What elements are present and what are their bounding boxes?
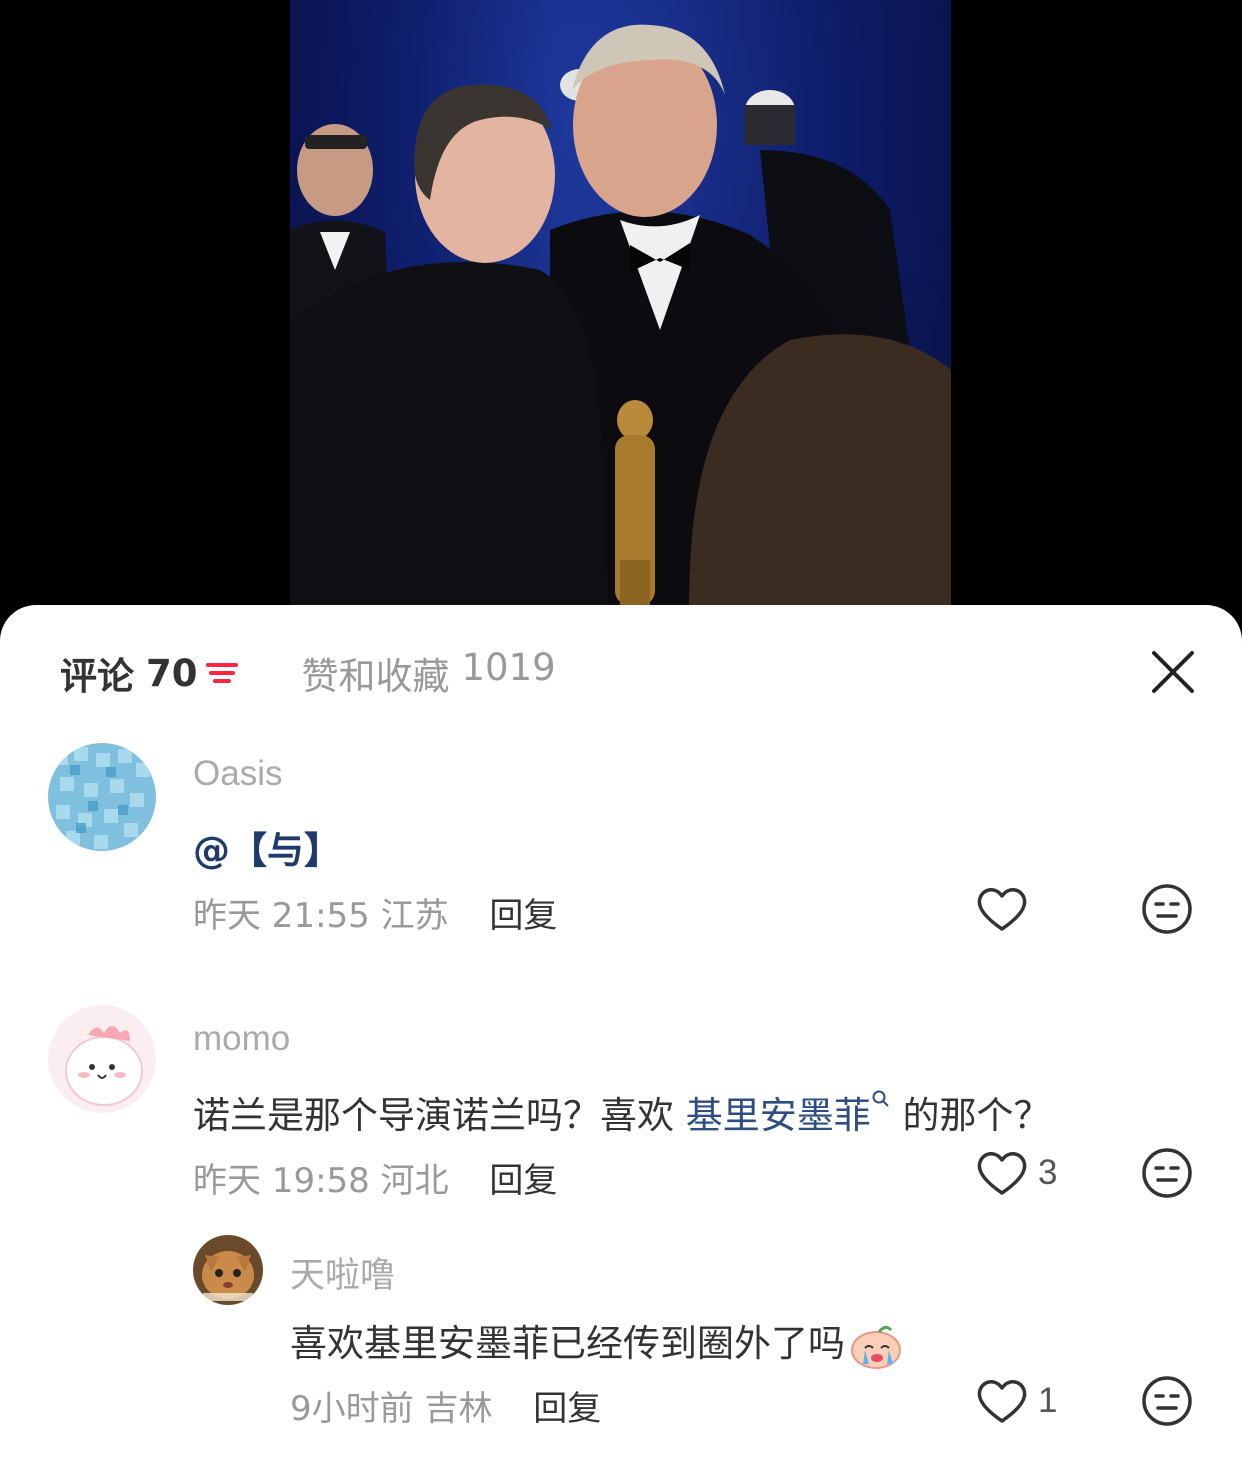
search-link[interactable]: 基里安墨菲 bbox=[686, 1094, 871, 1137]
comment-location: 吉林 bbox=[424, 1389, 493, 1429]
reply-button[interactable]: 回复 bbox=[533, 1389, 601, 1429]
crying-emoji bbox=[851, 1325, 901, 1369]
heart-icon bbox=[977, 888, 1027, 931]
like-button[interactable] bbox=[976, 886, 1038, 932]
comment-text: 诺兰是那个导演诺兰吗？喜欢 基里安墨菲 的那个？ bbox=[193, 1085, 1051, 1139]
avatar[interactable] bbox=[48, 1005, 156, 1113]
comment-meta: 昨天 21:55 江苏 回复 bbox=[193, 888, 557, 937]
avatar[interactable] bbox=[48, 743, 156, 851]
meh-face-icon[interactable] bbox=[1141, 883, 1193, 935]
comment-location: 河北 bbox=[380, 1161, 449, 1201]
event-photo bbox=[290, 24, 951, 640]
search-mini-icon[interactable] bbox=[871, 1089, 891, 1113]
reply-button[interactable]: 回复 bbox=[489, 1161, 557, 1201]
meh-face-icon[interactable] bbox=[1141, 1375, 1193, 1427]
avatar[interactable] bbox=[193, 1235, 263, 1305]
like-button[interactable]: 3 bbox=[976, 1150, 1057, 1196]
close-icon[interactable] bbox=[1150, 649, 1196, 695]
mention-text[interactable]: @【与】 bbox=[193, 829, 341, 872]
comment-location: 江苏 bbox=[380, 896, 449, 936]
comment-username[interactable]: 天啦噜 bbox=[290, 1247, 395, 1298]
reply-button[interactable]: 回复 bbox=[489, 896, 557, 936]
comment-time: 9小时前 bbox=[290, 1389, 414, 1429]
like-button[interactable]: 1 bbox=[976, 1378, 1057, 1424]
tab-likes-count: 1019 bbox=[461, 646, 556, 689]
comment-text: 喜欢基里安墨菲已经传到圈外了吗 bbox=[290, 1313, 903, 1370]
tab-comments-label: 评论 bbox=[60, 655, 134, 698]
tab-likes-collections[interactable]: 赞和收藏 1019 bbox=[302, 646, 556, 700]
comment-meta: 昨天 19:58 河北 回复 bbox=[193, 1153, 557, 1202]
like-count: 3 bbox=[1038, 1153, 1058, 1192]
tab-comments[interactable]: 评论 70 bbox=[60, 646, 238, 700]
heart-icon bbox=[977, 1152, 1027, 1195]
comment-text: @【与】 bbox=[193, 820, 341, 874]
video-frame bbox=[290, 0, 951, 640]
comment-text-before: 诺兰是那个导演诺兰吗？喜欢 bbox=[193, 1094, 674, 1137]
comment-username[interactable]: momo bbox=[193, 1019, 290, 1059]
comment-time: 昨天 21:55 bbox=[193, 896, 370, 936]
video-player[interactable] bbox=[0, 0, 1242, 640]
comment-time: 昨天 19:58 bbox=[193, 1161, 370, 1201]
heart-icon bbox=[977, 1380, 1027, 1423]
tab-likes-label: 赞和收藏 bbox=[301, 655, 450, 698]
comment-meta: 9小时前 吉林 回复 bbox=[290, 1381, 601, 1430]
meh-face-icon[interactable] bbox=[1141, 1147, 1193, 1199]
tab-comments-count: 70 bbox=[146, 651, 198, 695]
filter-icon[interactable] bbox=[205, 659, 238, 687]
tab-bar: 评论 70 赞和收藏 1019 bbox=[60, 646, 556, 700]
comment-text-body: 喜欢基里安墨菲已经传到圈外了吗 bbox=[290, 1322, 845, 1365]
comments-sheet: 评论 70 赞和收藏 1019 Oasis @【与】 昨天 21:55 江苏 回… bbox=[0, 605, 1242, 1465]
comment-username[interactable]: Oasis bbox=[193, 754, 282, 794]
comment-text-after: 的那个？ bbox=[902, 1094, 1051, 1137]
like-count: 1 bbox=[1038, 1381, 1058, 1420]
